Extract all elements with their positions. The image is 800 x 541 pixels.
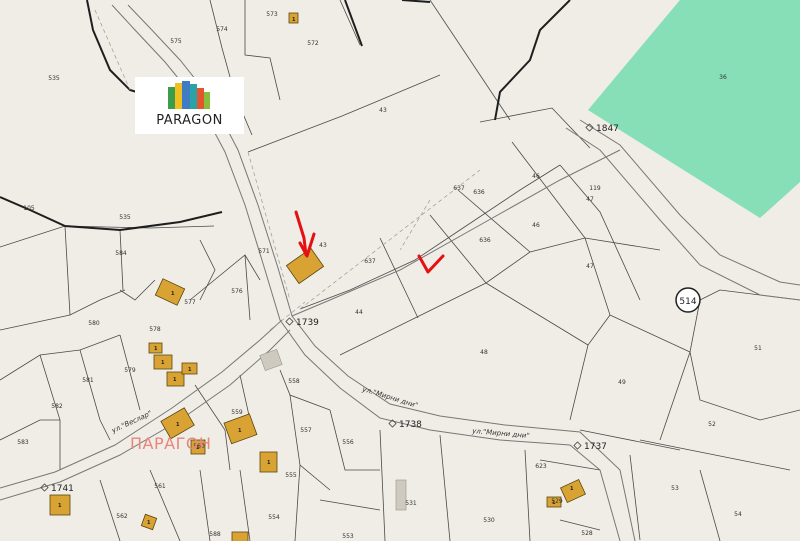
plot-number-label: 561 [154,483,166,490]
plot-number-label: 49 [618,379,626,386]
svg-text:1: 1 [570,486,574,492]
plot-number-label: 573 [266,11,278,18]
plot-number-label: 44 [355,309,363,316]
plot-number-label: 636 [473,189,485,196]
plot-number-label: 48 [480,349,488,356]
svg-text:1: 1 [238,428,242,434]
plot-number-label: 583 [17,439,29,446]
plot-number-label: 47 [586,263,594,270]
cadastral-map[interactable]: 1 1 1 1 1 1 1 1 1 1 1 1 1 1 573 574 575 572… [0,0,800,541]
plot-number-label: 105 [23,205,35,212]
plot-number-label: 571 [258,248,270,255]
svg-text:1: 1 [154,346,158,352]
plot-number-label: 119 [589,185,601,192]
svg-text:1: 1 [161,360,165,366]
street-name-label: ул."Мирни дни" [471,427,530,440]
svg-text:1: 1 [171,291,175,297]
plot-number-label: 46 [532,173,540,180]
plot-number-label: 574 [216,26,228,33]
plot-number-label: 43 [319,242,327,249]
paragon-logo: PARAGON [135,77,244,134]
svg-text:1: 1 [147,520,151,526]
plot-number-label: 47 [586,196,594,203]
plot-number-label: 46 [532,222,540,229]
plot-number-label: 588 [209,531,221,538]
plot-number-label: 584 [115,250,127,257]
plot-number-label: 52 [708,421,716,428]
svg-text:1: 1 [173,377,177,383]
plot-number-label: 555 [285,472,297,479]
elevation-label: 1739 [296,318,319,328]
buildings [49,12,586,541]
map-canvas: 1 1 1 1 1 1 1 1 1 1 1 1 1 1 573574575 572… [0,0,800,541]
plot-number-label: 579 [124,367,136,374]
svg-text:1: 1 [58,503,62,509]
plot-number-label: 53 [671,485,679,492]
street-name-label: ул."Веслар" [110,409,154,435]
plot-number-label: 637 [453,185,465,192]
circled-label-514: 514 [675,287,701,313]
plot-number-label: 529 [551,498,563,505]
plot-number-label: 572 [307,40,319,47]
plot-number-label: 535 [119,214,131,221]
street-name-label: ул."Мирни дни" [360,385,418,410]
plot-number-label: 580 [88,320,100,327]
plot-number-label: 575 [170,38,182,45]
plot-number-label: 43 [379,107,387,114]
plot-number-label: 36 [719,74,727,81]
elevation-label: 1847 [596,124,619,134]
elevation-label: 1737 [584,442,607,452]
plot-number-label: 578 [149,326,161,333]
svg-text:514: 514 [679,297,696,307]
plot-number-label: 559 [231,409,243,416]
logo-text: PARAGON [156,113,223,128]
plot-number-label: 637 [364,258,376,265]
svg-text:1: 1 [176,422,180,428]
plot-number-label: 528 [581,530,593,537]
checkmark-annotation [417,254,445,274]
building [154,278,186,306]
green-area-plot-36 [588,0,800,218]
svg-text:1: 1 [267,460,271,466]
svg-text:1: 1 [292,17,296,23]
plot-number-label: 636 [479,237,491,244]
plot-number-label: 581 [82,377,94,384]
plot-number-label: 535 [48,75,60,82]
plot-number-label: 54 [734,511,742,518]
elevation-label: 1741 [51,484,74,494]
plot-number-label: 562 [116,513,128,520]
elevation-label: 1738 [399,420,422,430]
plot-number-label: 530 [483,517,495,524]
plot-number-label: 582 [51,403,63,410]
plot-number-label: 577 [184,299,196,306]
plot-number-label: 51 [754,345,762,352]
plot-number-label: 556 [342,439,354,446]
plot-number-label: 576 [231,288,243,295]
building [231,531,249,541]
plot-number-label: 623 [535,463,547,470]
plot-number-label: 557 [300,427,312,434]
elevation-marker-icon [285,317,294,326]
elevation-marker-icon [573,441,582,450]
plot-number-label: 554 [268,514,280,521]
watermark-text: ПАРАГОН [130,434,212,453]
svg-text:1: 1 [188,367,192,373]
plot-number-label: 553 [342,533,354,540]
plot-number-label: 531 [405,500,417,507]
plot-number-label: 558 [288,378,300,385]
